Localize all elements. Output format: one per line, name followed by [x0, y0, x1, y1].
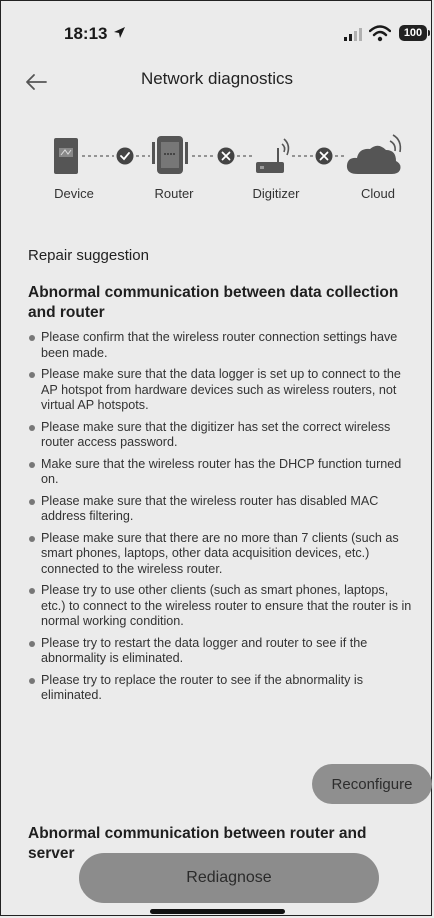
issue-title-data-collection-router: Abnormal communication between data coll…	[28, 284, 399, 321]
status-bar: 18:13 100	[0, 0, 434, 60]
node-label-device: Device	[54, 186, 94, 201]
list-item: Please confirm that the wireless router …	[28, 330, 414, 361]
check-icon	[116, 147, 134, 165]
status-time: 18:13	[64, 24, 108, 43]
header: Network diagnostics	[0, 60, 434, 104]
list-item: Please try to replace the router to see …	[28, 673, 414, 704]
list-item: Please try to restart the data logger an…	[28, 636, 414, 667]
list-item: Please try to use other clients (such as…	[28, 583, 414, 630]
node-label-digitizer: Digitizer	[252, 186, 300, 201]
wifi-icon	[369, 25, 391, 42]
rediagnose-button[interactable]: Rediagnose	[79, 853, 379, 903]
device-icon	[54, 138, 78, 174]
digitizer-icon	[256, 138, 290, 173]
node-label-router: Router	[154, 186, 194, 201]
reconfigure-button[interactable]: Reconfigure	[312, 764, 432, 804]
diagram-graphics	[54, 134, 402, 174]
list-item: Please make sure that the wireless route…	[28, 494, 414, 525]
list-item: Please make sure that there are no more …	[28, 531, 414, 578]
list-item: Make sure that the wireless router has t…	[28, 457, 414, 488]
network-diagram: Device Router Digitizer Cloud	[40, 128, 420, 208]
battery-level: 100	[403, 27, 423, 39]
signal-icon	[344, 28, 362, 41]
repair-suggestion-label: Repair suggestion	[28, 247, 149, 264]
list-item: Please make sure that the data logger is…	[28, 367, 414, 414]
page-title: Network diagnostics	[140, 69, 294, 88]
cloud-icon	[346, 134, 402, 174]
x-icon	[217, 147, 235, 165]
node-label-cloud: Cloud	[361, 186, 395, 201]
list-item: Please make sure that the digitizer has …	[28, 420, 414, 451]
battery-icon: 100	[399, 25, 430, 41]
router-icon	[152, 136, 188, 174]
x-icon	[315, 147, 333, 165]
home-indicator	[150, 909, 285, 914]
location-arrow-icon	[114, 27, 125, 38]
suggestion-list: Please confirm that the wireless router …	[28, 330, 414, 710]
